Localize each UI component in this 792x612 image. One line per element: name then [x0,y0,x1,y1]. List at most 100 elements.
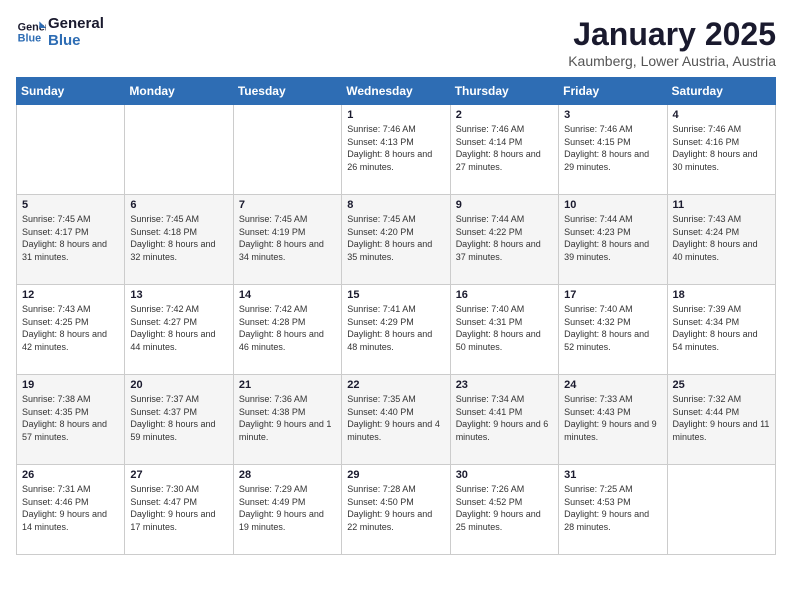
day-number: 30 [456,469,553,481]
page-header: General Blue General Blue January 2025 K… [16,16,776,69]
day-number: 19 [22,379,119,391]
calendar-cell: 23Sunrise: 7:34 AM Sunset: 4:41 PM Dayli… [450,375,558,465]
cell-content: Sunrise: 7:45 AM Sunset: 4:20 PM Dayligh… [347,213,444,263]
cell-content: Sunrise: 7:45 AM Sunset: 4:17 PM Dayligh… [22,213,119,263]
day-number: 7 [239,199,336,211]
calendar-cell [17,105,125,195]
day-number: 4 [673,109,770,121]
cell-content: Sunrise: 7:30 AM Sunset: 4:47 PM Dayligh… [130,483,227,533]
cell-content: Sunrise: 7:42 AM Sunset: 4:27 PM Dayligh… [130,303,227,353]
calendar-cell: 30 Sunrise: 7:26 AM Sunset: 4:52 PM Dayli… [450,465,558,555]
calendar-cell: 4 Sunrise: 7:46 AM Sunset: 4:16 PM Daylig… [667,105,775,195]
day-number: 22 [347,379,444,391]
calendar-cell: 13 Sunrise: 7:42 AM Sunset: 4:27 PM Dayli… [125,285,233,375]
calendar-cell [667,465,775,555]
cell-content: Sunrise: 7:33 AM Sunset: 4:43 PM Dayligh… [564,393,661,443]
calendar-cell: 11Sunrise: 7:43 AM Sunset: 4:24 PM Dayli… [667,195,775,285]
calendar-cell: 29Sunrise: 7:28 AM Sunset: 4:50 PM Dayli… [342,465,450,555]
day-number: 1 [347,109,444,121]
calendar-cell: 26 Sunrise: 7:31 AM Sunset: 4:46 PM Dayli… [17,465,125,555]
calendar-cell: 22 Sunrise: 7:35 AM Sunset: 4:40 PM Dayli… [342,375,450,465]
cell-content: Sunrise: 7:31 AM Sunset: 4:46 PM Dayligh… [22,483,119,533]
day-number: 15 [347,289,444,301]
calendar-cell: 2Sunrise: 7:46 AM Sunset: 4:14 PM Daylig… [450,105,558,195]
cell-content: Sunrise: 7:46 AM Sunset: 4:16 PM Dayligh… [673,123,770,173]
cell-content: Sunrise: 7:40 AM Sunset: 4:31 PM Dayligh… [456,303,553,353]
day-number: 9 [456,199,553,211]
day-header-thursday: Thursday [450,78,558,105]
days-header-row: SundayMondayTuesdayWednesdayThursdayFrid… [17,78,776,105]
cell-content: Sunrise: 7:39 AM Sunset: 4:34 PM Dayligh… [673,303,770,353]
cell-content: Sunrise: 7:44 AM Sunset: 4:23 PM Dayligh… [564,213,661,263]
cell-content: Sunrise: 7:37 AM Sunset: 4:37 PM Dayligh… [130,393,227,443]
cell-content: Sunrise: 7:44 AM Sunset: 4:22 PM Dayligh… [456,213,553,263]
calendar-week-row: 5 Sunrise: 7:45 AM Sunset: 4:17 PM Daylig… [17,195,776,285]
day-number: 5 [22,199,119,211]
calendar-cell: 3 Sunrise: 7:46 AM Sunset: 4:15 PM Daylig… [559,105,667,195]
calendar-cell: 7 Sunrise: 7:45 AM Sunset: 4:19 PM Daylig… [233,195,341,285]
logo-icon: General Blue [16,18,46,48]
calendar-cell: 5 Sunrise: 7:45 AM Sunset: 4:17 PM Daylig… [17,195,125,285]
cell-content: Sunrise: 7:41 AM Sunset: 4:29 PM Dayligh… [347,303,444,353]
day-number: 8 [347,199,444,211]
calendar-cell: 24 Sunrise: 7:33 AM Sunset: 4:43 PM Dayli… [559,375,667,465]
day-number: 25 [673,379,770,391]
location-title: Kaumberg, Lower Austria, Austria [568,53,776,69]
calendar-week-row: 1 Sunrise: 7:46 AM Sunset: 4:13 PM Daylig… [17,105,776,195]
cell-content: Sunrise: 7:43 AM Sunset: 4:24 PM Dayligh… [673,213,770,263]
day-header-saturday: Saturday [667,78,775,105]
calendar-cell: 21 Sunrise: 7:36 AM Sunset: 4:38 PM Dayli… [233,375,341,465]
cell-content: Sunrise: 7:36 AM Sunset: 4:38 PM Dayligh… [239,393,336,443]
day-header-sunday: Sunday [17,78,125,105]
day-number: 24 [564,379,661,391]
cell-content: Sunrise: 7:34 AM Sunset: 4:41 PM Dayligh… [456,393,553,443]
cell-content: Sunrise: 7:42 AM Sunset: 4:28 PM Dayligh… [239,303,336,353]
cell-content: Sunrise: 7:46 AM Sunset: 4:13 PM Dayligh… [347,123,444,173]
calendar-cell: 12Sunrise: 7:43 AM Sunset: 4:25 PM Dayli… [17,285,125,375]
calendar-cell: 1 Sunrise: 7:46 AM Sunset: 4:13 PM Daylig… [342,105,450,195]
day-number: 6 [130,199,227,211]
calendar-cell: 25Sunrise: 7:32 AM Sunset: 4:44 PM Dayli… [667,375,775,465]
cell-content: Sunrise: 7:29 AM Sunset: 4:49 PM Dayligh… [239,483,336,533]
calendar-cell: 14 Sunrise: 7:42 AM Sunset: 4:28 PM Dayli… [233,285,341,375]
day-number: 3 [564,109,661,121]
cell-content: Sunrise: 7:45 AM Sunset: 4:19 PM Dayligh… [239,213,336,263]
calendar-cell [125,105,233,195]
day-number: 10 [564,199,661,211]
day-header-wednesday: Wednesday [342,78,450,105]
calendar-cell: 9 Sunrise: 7:44 AM Sunset: 4:22 PM Daylig… [450,195,558,285]
logo-blue: Blue [48,33,104,50]
day-number: 31 [564,469,661,481]
day-header-monday: Monday [125,78,233,105]
cell-content: Sunrise: 7:38 AM Sunset: 4:35 PM Dayligh… [22,393,119,443]
day-number: 27 [130,469,227,481]
day-number: 2 [456,109,553,121]
calendar-week-row: 19 Sunrise: 7:38 AM Sunset: 4:35 PM Dayli… [17,375,776,465]
cell-content: Sunrise: 7:26 AM Sunset: 4:52 PM Dayligh… [456,483,553,533]
svg-text:Blue: Blue [18,32,41,44]
logo: General Blue General Blue [16,16,104,49]
calendar-cell [233,105,341,195]
cell-content: Sunrise: 7:40 AM Sunset: 4:32 PM Dayligh… [564,303,661,353]
day-number: 13 [130,289,227,301]
day-number: 28 [239,469,336,481]
day-number: 26 [22,469,119,481]
title-section: January 2025 Kaumberg, Lower Austria, Au… [568,16,776,69]
cell-content: Sunrise: 7:28 AM Sunset: 4:50 PM Dayligh… [347,483,444,533]
cell-content: Sunrise: 7:45 AM Sunset: 4:18 PM Dayligh… [130,213,227,263]
cell-content: Sunrise: 7:43 AM Sunset: 4:25 PM Dayligh… [22,303,119,353]
calendar-cell: 28 Sunrise: 7:29 AM Sunset: 4:49 PM Dayli… [233,465,341,555]
calendar-cell: 6 Sunrise: 7:45 AM Sunset: 4:18 PM Daylig… [125,195,233,285]
logo-general: General [48,16,104,33]
calendar-week-row: 12Sunrise: 7:43 AM Sunset: 4:25 PM Dayli… [17,285,776,375]
cell-content: Sunrise: 7:25 AM Sunset: 4:53 PM Dayligh… [564,483,661,533]
day-number: 17 [564,289,661,301]
calendar-cell: 16Sunrise: 7:40 AM Sunset: 4:31 PM Dayli… [450,285,558,375]
calendar-cell: 10 Sunrise: 7:44 AM Sunset: 4:23 PM Dayli… [559,195,667,285]
day-number: 14 [239,289,336,301]
day-number: 21 [239,379,336,391]
cell-content: Sunrise: 7:35 AM Sunset: 4:40 PM Dayligh… [347,393,444,443]
cell-content: Sunrise: 7:46 AM Sunset: 4:15 PM Dayligh… [564,123,661,173]
calendar-cell: 19 Sunrise: 7:38 AM Sunset: 4:35 PM Dayli… [17,375,125,465]
calendar-cell: 27 Sunrise: 7:30 AM Sunset: 4:47 PM Dayli… [125,465,233,555]
